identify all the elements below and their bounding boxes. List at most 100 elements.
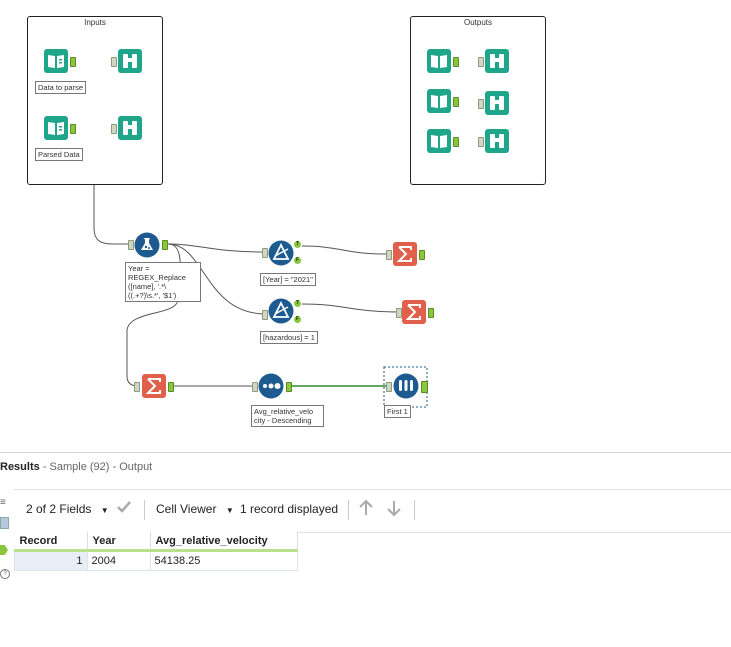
results-title: Results xyxy=(0,461,40,473)
input-data-tool[interactable] xyxy=(44,49,68,73)
browse-tool[interactable] xyxy=(118,116,142,140)
input-data-tool[interactable] xyxy=(427,129,451,153)
filter-triangle-icon xyxy=(268,240,294,266)
input-anchor[interactable] xyxy=(386,250,392,260)
workflow-canvas[interactable]: Inputs Outputs Data to parse Parsed Data xyxy=(0,0,731,452)
toolbar-divider xyxy=(348,500,349,520)
toolbar-divider xyxy=(414,500,415,520)
sort-dots-icon xyxy=(258,373,284,399)
book-icon xyxy=(427,129,451,153)
false-anchor[interactable]: F xyxy=(294,257,301,264)
tool-annotation: Data to parse xyxy=(35,81,87,94)
output-anchor[interactable] xyxy=(453,97,459,107)
binoculars-icon xyxy=(118,49,142,73)
tool-annotation: [Year] = "2021" xyxy=(260,273,316,286)
chevron-down-icon: ▼ xyxy=(225,506,234,515)
output-anchor[interactable] xyxy=(168,382,174,392)
summarize-tool[interactable] xyxy=(393,242,417,266)
input-data-tool[interactable] xyxy=(427,49,451,73)
output-anchor[interactable] xyxy=(286,382,292,392)
filter-tool[interactable] xyxy=(268,240,294,266)
table-view-icon[interactable] xyxy=(0,517,9,529)
output-anchor[interactable] xyxy=(419,250,425,260)
summarize-tool[interactable] xyxy=(142,374,166,398)
input-anchor[interactable] xyxy=(478,57,484,67)
anchor-view-icon[interactable] xyxy=(0,545,8,555)
output-anchor[interactable] xyxy=(421,381,428,393)
binoculars-icon xyxy=(485,49,509,73)
binoculars-icon xyxy=(118,116,142,140)
sigma-icon xyxy=(142,374,166,398)
records-count: 1 record displayed xyxy=(240,502,339,516)
output-anchor[interactable] xyxy=(453,57,459,67)
input-data-tool[interactable] xyxy=(427,89,451,113)
connection-line xyxy=(301,303,401,313)
record-cell[interactable]: 1 xyxy=(14,550,88,571)
fields-dropdown-label: 2 of 2 Fields xyxy=(26,502,92,516)
container-title: Inputs xyxy=(84,18,106,27)
browse-tool[interactable] xyxy=(485,91,509,115)
test-tubes-icon xyxy=(393,373,419,399)
year-cell[interactable]: 2004 xyxy=(86,550,151,571)
fields-dropdown[interactable]: 2 of 2 Fields ▼ xyxy=(26,502,109,516)
output-anchor[interactable] xyxy=(70,57,76,67)
chevron-down-icon: ▼ xyxy=(100,506,109,515)
results-header: Results - Sample (92) - Output xyxy=(0,461,152,473)
filter-triangle-icon xyxy=(268,298,294,324)
arrow-up-icon[interactable] xyxy=(358,499,374,520)
summarize-tool[interactable] xyxy=(402,300,426,324)
connection-line xyxy=(301,245,387,255)
help-icon[interactable]: ? xyxy=(0,569,10,579)
sort-tool[interactable] xyxy=(258,373,284,399)
input-anchor[interactable] xyxy=(134,382,140,392)
sample-tool[interactable] xyxy=(393,373,419,399)
results-side-strip: ≡ ? xyxy=(0,489,10,647)
tool-annotation: First 1 xyxy=(384,405,411,418)
column-header[interactable]: Avg_relative_velocity xyxy=(150,532,298,552)
browse-tool[interactable] xyxy=(485,49,509,73)
input-anchor[interactable] xyxy=(111,57,117,67)
browse-tool[interactable] xyxy=(485,129,509,153)
input-anchor[interactable] xyxy=(386,382,392,392)
input-anchor[interactable] xyxy=(478,99,484,109)
column-header[interactable]: Year xyxy=(87,532,151,552)
tool-annotation: Year = REGEX_Replace ([name], '.*\((.+?)… xyxy=(125,262,201,302)
checkmark-icon[interactable] xyxy=(116,499,132,518)
true-anchor[interactable]: T xyxy=(294,241,301,248)
output-anchor[interactable] xyxy=(162,240,168,250)
cell-viewer-label: Cell Viewer xyxy=(156,502,217,516)
cell-viewer-dropdown[interactable]: Cell Viewer ▼ xyxy=(156,502,234,516)
input-anchor[interactable] xyxy=(478,137,484,147)
toolbar-divider xyxy=(144,500,145,520)
column-header[interactable]: Record xyxy=(14,532,88,552)
results-table: Record Year Avg_relative_velocity 1 2004… xyxy=(14,532,298,571)
hamburger-icon[interactable]: ≡ xyxy=(0,497,6,508)
binoculars-icon xyxy=(485,129,509,153)
output-anchor[interactable] xyxy=(428,308,434,318)
input-anchor[interactable] xyxy=(111,124,117,134)
tool-annotation: Avg_relative_velo city - Descending xyxy=(251,405,324,427)
table-row[interactable]: 1 2004 54138.25 xyxy=(14,550,298,571)
output-anchor[interactable] xyxy=(70,124,76,134)
velocity-cell[interactable]: 54138.25 xyxy=(149,550,298,571)
results-panel: Results - Sample (92) - Output ≡ ? 2 of … xyxy=(0,452,731,647)
results-toolbar: 2 of 2 Fields ▼ Cell Viewer ▼ 1 record d… xyxy=(14,489,731,533)
binoculars-icon xyxy=(485,91,509,115)
book-icon xyxy=(427,89,451,113)
output-anchor[interactable] xyxy=(453,137,459,147)
filter-tool[interactable] xyxy=(268,298,294,324)
input-data-tool[interactable] xyxy=(44,116,68,140)
browse-tool[interactable] xyxy=(118,49,142,73)
book-icon xyxy=(427,49,451,73)
true-anchor[interactable]: T xyxy=(294,300,301,307)
false-anchor[interactable]: F xyxy=(294,316,301,323)
tool-annotation: [hazardous] = 1 xyxy=(260,331,318,344)
tool-annotation: Parsed Data xyxy=(35,148,83,161)
arrow-down-icon[interactable] xyxy=(386,499,402,520)
container-title: Outputs xyxy=(463,18,492,27)
book-icon xyxy=(44,49,68,73)
results-subtitle: - Sample (92) - Output xyxy=(42,461,153,473)
formula-tool[interactable] xyxy=(134,232,160,258)
book-icon xyxy=(44,116,68,140)
sigma-icon xyxy=(393,242,417,266)
